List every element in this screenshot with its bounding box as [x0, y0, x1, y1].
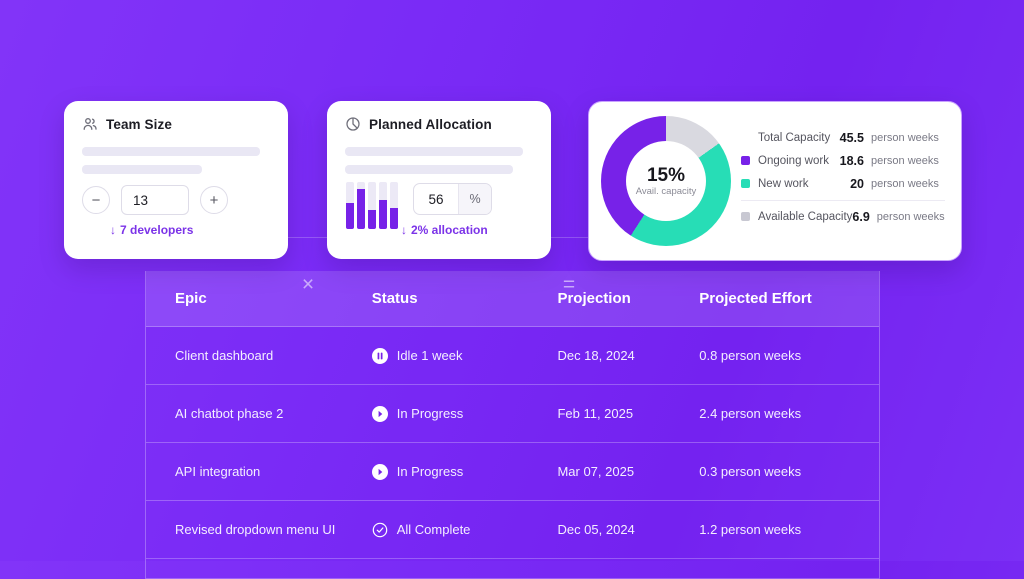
cell-epic: Revised dropdown menu UI	[175, 522, 336, 537]
allocation-bar	[390, 182, 398, 229]
down-arrow-icon: ↓	[401, 223, 407, 237]
allocation-value[interactable]: 56	[414, 184, 458, 214]
skeleton-line	[345, 147, 523, 156]
users-icon	[82, 116, 98, 132]
legend-row: New work 20 person weeks	[741, 172, 945, 195]
donut-center-label: Avail. capacity	[635, 185, 697, 197]
status-badge: Idle 1 week	[396, 348, 463, 363]
pie-chart-icon	[345, 116, 361, 132]
legend-unit: person weeks	[871, 131, 939, 144]
pause-circle-icon	[371, 347, 388, 364]
down-arrow-icon: ↓	[110, 223, 116, 237]
capacity-result-card[interactable]: 15% Avail. capacity Total Capacity 45.5 pe…	[588, 101, 962, 261]
team-size-increment-button[interactable]: +	[200, 186, 228, 214]
table-row[interactable]: Client dashboard Idle 1 week Dec 18, 2024 0…	[146, 327, 879, 385]
allocation-bar	[357, 182, 365, 229]
team-size-delta: ↓ 7 developers	[110, 223, 193, 237]
planned-allocation-card[interactable]: Planned Allocation 56 % ↓ 2% allocation	[327, 101, 551, 259]
table-row[interactable]: API integration In Progress Mar 07, 2025 0.…	[146, 443, 879, 501]
skeleton-line	[82, 147, 260, 156]
allocation-bar	[379, 182, 387, 229]
legend-row: Ongoing work 18.6 person weeks	[741, 149, 945, 172]
status-badge: In Progress	[396, 464, 464, 479]
cell-projected-effort: 2.4 person weeks	[699, 406, 802, 421]
capacity-donut-chart: 15% Avail. capacity	[601, 116, 731, 246]
cell-status: In Progress	[371, 405, 558, 422]
column-header-projected-effort[interactable]: Projected Effort	[699, 290, 879, 307]
legend-unit: person weeks	[871, 177, 939, 190]
allocation-delta: ↓ 2% allocation	[401, 223, 488, 237]
table-body: Client dashboard Idle 1 week Dec 18, 2024 0…	[146, 327, 879, 559]
team-size-decrement-button[interactable]: −	[82, 186, 110, 214]
capacity-legend: Total Capacity 45.5 person weeks Ongoing wo…	[741, 126, 945, 228]
column-header-epic[interactable]: Epic	[146, 290, 372, 307]
legend-label: Ongoing work	[758, 154, 829, 167]
check-circle-icon	[372, 522, 388, 538]
allocation-unit: %	[458, 184, 491, 214]
column-header-status[interactable]: Status	[372, 290, 558, 307]
cell-projection: Dec 05, 2024	[557, 522, 635, 537]
cell-projection: Mar 07, 2025	[557, 464, 635, 479]
cell-status: Idle 1 week	[371, 347, 558, 364]
table-row[interactable]: Revised dropdown menu UI All Complete Dec …	[146, 501, 879, 559]
cell-epic: API integration	[175, 464, 261, 479]
team-size-card-header: Team Size	[64, 101, 288, 132]
legend-unit: person weeks	[871, 154, 939, 167]
cell-epic: Client dashboard	[175, 348, 274, 363]
cell-projected-effort: 0.3 person weeks	[699, 464, 802, 479]
team-size-card[interactable]: Team Size − 13 + ↓ 7 developers	[64, 101, 288, 259]
play-circle-icon	[371, 463, 388, 480]
status-badge: In Progress	[396, 406, 464, 421]
team-size-delta-label: 7 developers	[120, 223, 194, 237]
legend-unit: person weeks	[876, 210, 945, 223]
planned-allocation-title: Planned Allocation	[369, 116, 492, 132]
cell-projected-effort: 0.8 person weeks	[699, 348, 802, 363]
allocation-bar-chart	[346, 182, 398, 229]
legend-value: 45.5	[839, 130, 864, 145]
skeleton-line	[345, 165, 513, 174]
cell-projected-effort: 1.2 person weeks	[699, 522, 802, 537]
allocation-percent-input[interactable]: 56 %	[413, 183, 492, 215]
legend-value: 18.6	[839, 153, 864, 168]
allocation-bar	[368, 182, 376, 229]
team-size-input[interactable]: 13	[121, 185, 189, 215]
team-size-stepper[interactable]: − 13 +	[82, 185, 228, 215]
formula-cards-row: Team Size − 13 + ↓ 7 developers × Planne…	[0, 101, 1024, 296]
legend-label: Total Capacity	[758, 131, 831, 144]
cell-projection: Feb 11, 2025	[557, 406, 634, 421]
legend-row: Available Capacity 6.9 person weeks	[741, 205, 945, 228]
cell-projection: Dec 18, 2024	[557, 348, 635, 363]
legend-label: Available Capacity	[758, 210, 853, 223]
donut-center: 15% Avail. capacity	[626, 141, 706, 221]
column-header-projection[interactable]: Projection	[557, 290, 699, 307]
legend-swatch-icon	[741, 212, 750, 221]
allocation-delta-label: 2% allocation	[411, 223, 488, 237]
table-row[interactable]	[146, 559, 879, 579]
legend-value: 6.9	[852, 209, 870, 224]
legend-swatch-icon	[741, 156, 750, 165]
planned-allocation-card-header: Planned Allocation	[327, 101, 551, 132]
epics-table: Epic Status Projection Projected Effort …	[145, 271, 880, 579]
legend-row: Total Capacity 45.5 person weeks	[741, 126, 945, 149]
table-header-row: Epic Status Projection Projected Effort	[146, 271, 879, 327]
legend-divider	[741, 200, 945, 201]
table-row[interactable]: AI chatbot phase 2 In Progress Feb 11, 202…	[146, 385, 879, 443]
legend-value: 20	[850, 176, 864, 191]
allocation-bar	[346, 182, 354, 229]
cell-epic: AI chatbot phase 2	[175, 406, 284, 421]
dashboard-stage: Team Size − 13 + ↓ 7 developers × Planne…	[0, 0, 1024, 579]
cell-status: All Complete	[372, 522, 558, 538]
team-size-title: Team Size	[106, 116, 172, 132]
status-badge: All Complete	[396, 522, 471, 537]
legend-label: New work	[758, 177, 809, 190]
skeleton-line	[82, 165, 202, 174]
donut-center-value: 15%	[646, 164, 686, 186]
cell-status: In Progress	[371, 463, 558, 480]
play-circle-icon	[371, 405, 388, 422]
legend-swatch-icon	[741, 133, 750, 142]
legend-swatch-icon	[741, 179, 750, 188]
